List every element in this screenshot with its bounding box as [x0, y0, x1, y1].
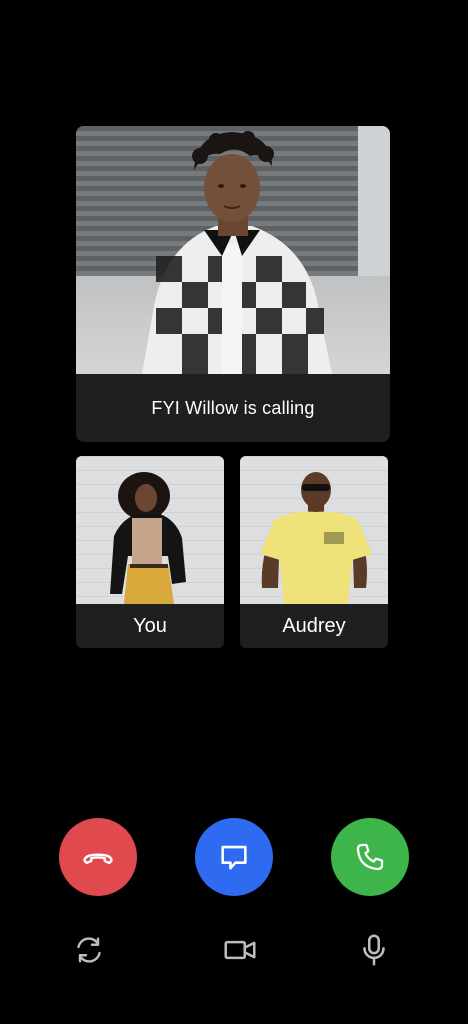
message-bubble-icon	[221, 845, 247, 870]
incoming-call-screen: FYI Willow is calling You Audrey	[0, 0, 468, 1024]
video-toggle-button[interactable]	[218, 928, 262, 972]
decline-call-button[interactable]	[59, 818, 137, 896]
message-button[interactable]	[195, 818, 273, 896]
mute-microphone-button[interactable]	[352, 928, 396, 972]
participant-photo-audrey	[240, 456, 388, 604]
call-banner: FYI Willow is calling	[76, 374, 390, 442]
phone-icon	[356, 843, 384, 871]
caller-card: FYI Willow is calling	[76, 126, 390, 442]
accept-call-button[interactable]	[331, 818, 409, 896]
video-camera-icon	[224, 940, 256, 960]
phone-hangup-icon	[83, 853, 113, 865]
rotate-camera-icon	[77, 937, 101, 963]
microphone-icon	[363, 934, 385, 966]
participant-label-audrey: Audrey	[282, 614, 346, 637]
participant-label-you: You	[133, 614, 167, 637]
rotate-camera-button[interactable]	[67, 928, 111, 972]
participant-tile-you[interactable]: You	[76, 456, 224, 648]
caller-photo	[76, 126, 390, 374]
participant-photo-you	[76, 456, 224, 604]
participant-tile-audrey[interactable]: Audrey	[240, 456, 388, 648]
